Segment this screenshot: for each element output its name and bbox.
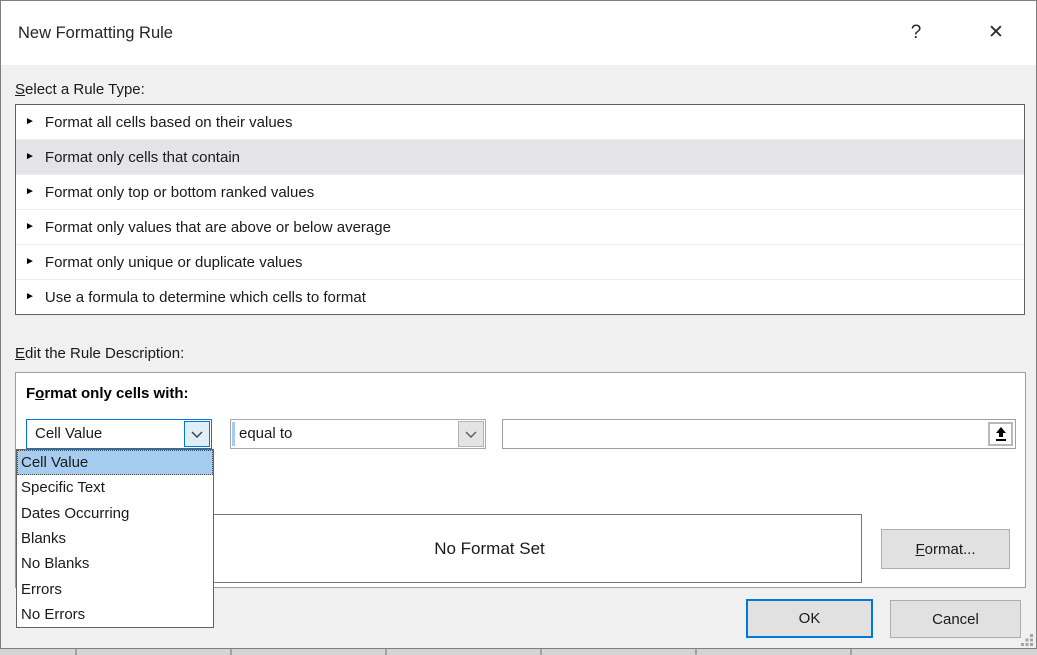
help-icon: ? (911, 22, 922, 43)
rule-type-item[interactable]: ► Format all cells based on their values (16, 105, 1024, 140)
rule-type-item[interactable]: ► Format only values that are above or b… (16, 210, 1024, 245)
rule-type-list: ► Format all cells based on their values… (15, 104, 1025, 315)
dropdown-option[interactable]: Specific Text (17, 475, 213, 500)
ok-button[interactable]: OK (746, 599, 873, 638)
value-field (502, 419, 1016, 449)
dropdown-option-selected[interactable]: Cell Value (17, 450, 213, 475)
edit-rule-description-label: Edit the Rule Description: (15, 345, 184, 362)
operator-combobox[interactable]: equal to (230, 419, 486, 449)
text-caret (232, 422, 235, 446)
screen: New Formatting Rule ? ✕ Select a Rule Ty… (0, 0, 1037, 655)
value-input[interactable] (505, 422, 985, 446)
rule-type-item-label: Format only top or bottom ranked values (45, 184, 314, 201)
format-preview-text: No Format Set (434, 539, 545, 559)
format-button[interactable]: Format... (881, 529, 1010, 569)
format-preview-box: No Format Set (117, 514, 862, 583)
rule-type-item-label: Use a formula to determine which cells t… (45, 289, 366, 306)
worksheet-gridlines-strip (0, 648, 1037, 655)
collapse-dialog-button[interactable] (988, 422, 1013, 446)
collapse-range-icon (994, 427, 1008, 442)
pointer-icon: ► (25, 257, 35, 267)
cell-value-combobox[interactable]: Cell Value (26, 419, 212, 449)
rule-type-item[interactable]: ► Format only unique or duplicate values (16, 245, 1024, 280)
help-button[interactable]: ? (893, 1, 939, 65)
cancel-button[interactable]: Cancel (890, 600, 1021, 638)
select-rule-type-label: Select a Rule Type: (15, 81, 145, 98)
close-icon: ✕ (988, 22, 1004, 43)
rule-type-item-label: Format only cells that contain (45, 149, 240, 166)
dropdown-option[interactable]: Blanks (17, 526, 213, 551)
operator-combobox-value: equal to (239, 420, 292, 448)
titlebar: New Formatting Rule ? ✕ (1, 1, 1036, 65)
cell-value-combobox-value: Cell Value (35, 420, 102, 448)
rule-type-item-label: Format only values that are above or bel… (45, 219, 391, 236)
rule-type-item-label: Format only unique or duplicate values (45, 254, 303, 271)
rule-type-item-selected[interactable]: ► Format only cells that contain (16, 140, 1024, 175)
resize-grip[interactable] (1021, 634, 1033, 646)
close-button[interactable]: ✕ (973, 1, 1019, 65)
dropdown-option[interactable]: No Errors (17, 602, 213, 627)
pointer-icon: ► (25, 222, 35, 232)
chevron-down-icon[interactable] (458, 421, 484, 447)
cell-value-dropdown-list: Cell Value Specific Text Dates Occurring… (16, 449, 214, 628)
dropdown-option[interactable]: No Blanks (17, 551, 213, 576)
pointer-icon: ► (25, 117, 35, 127)
pointer-icon: ► (25, 187, 35, 197)
chevron-down-icon[interactable] (184, 421, 210, 447)
format-only-cells-with-label: Format only cells with: (26, 385, 189, 402)
dropdown-option[interactable]: Dates Occurring (17, 501, 213, 526)
dialog-title: New Formatting Rule (18, 1, 173, 65)
rule-type-item[interactable]: ► Use a formula to determine which cells… (16, 280, 1024, 314)
pointer-icon: ► (25, 292, 35, 302)
rule-type-item-label: Format all cells based on their values (45, 114, 293, 131)
rule-type-item[interactable]: ► Format only top or bottom ranked value… (16, 175, 1024, 210)
dropdown-option[interactable]: Errors (17, 576, 213, 601)
new-formatting-rule-dialog: New Formatting Rule ? ✕ Select a Rule Ty… (0, 0, 1037, 649)
pointer-icon: ► (25, 152, 35, 162)
